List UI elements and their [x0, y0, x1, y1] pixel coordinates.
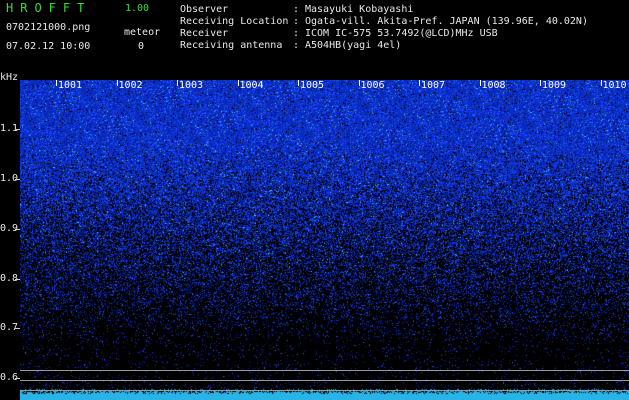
- y-tick-mark: [15, 229, 20, 230]
- location-value: Ogata-vill. Akita-Pref. JAPAN (139.96E, …: [305, 16, 588, 27]
- x-tick-label: 1006: [360, 80, 385, 91]
- x-tick-mark: [479, 80, 481, 86]
- spectrogram-panel: [0, 0, 629, 400]
- x-tick-mark: [419, 80, 420, 86]
- x-tick-mark: [56, 80, 57, 86]
- y-tick-mark: [15, 179, 20, 180]
- x-tick-label: 1004: [239, 80, 264, 91]
- spectrogram-canvas: [20, 80, 629, 400]
- x-tick-label: 1007: [421, 80, 446, 91]
- observer-colon: :: [293, 4, 300, 15]
- x-tick-label: 1003: [179, 80, 204, 91]
- x-tick-label: 1001: [58, 80, 83, 91]
- timestamp: 07.02.12 10:00: [6, 41, 91, 52]
- x-tick-label: 1008: [481, 80, 506, 91]
- file-name: 0702121000.png: [6, 22, 91, 33]
- meteor-label: meteor: [124, 27, 161, 38]
- location-colon: :: [293, 16, 300, 27]
- baseline-line-bottom: [20, 390, 629, 391]
- x-tick-mark: [237, 80, 239, 86]
- app-version: 1.00: [125, 3, 150, 14]
- y-tick-mark: [15, 129, 20, 130]
- y-axis-unit: kHz: [0, 72, 19, 83]
- x-tick-mark: [358, 80, 360, 86]
- x-tick-mark: [540, 80, 541, 86]
- receiver-value: ICOM IC-575 53.7492(@LCD)MHz USB: [305, 28, 498, 39]
- y-tick-mark: [15, 328, 20, 329]
- baseline-line-upper: [20, 370, 629, 371]
- meteor-count: 0: [138, 41, 145, 52]
- x-tick-mark: [298, 80, 299, 86]
- x-tick-label: 1002: [118, 80, 143, 91]
- x-tick-label: 1005: [300, 80, 325, 91]
- x-tick-mark: [116, 80, 118, 86]
- x-tick-label: 1009: [542, 80, 567, 91]
- app-title: HROFFT: [6, 1, 92, 15]
- y-tick-mark: [15, 378, 20, 379]
- x-tick-mark: [600, 80, 602, 86]
- antenna-label: Receiving antenna: [180, 40, 283, 51]
- x-tick-label: 1010: [602, 80, 627, 91]
- receiver-label: Receiver: [180, 28, 229, 39]
- receiver-colon: :: [293, 28, 300, 39]
- baseline-line-lower: [20, 380, 629, 381]
- location-label: Receiving Location: [180, 16, 289, 27]
- observer-label: Observer: [180, 4, 229, 15]
- antenna-colon: :: [293, 40, 300, 51]
- y-tick-mark: [15, 279, 20, 280]
- observer-value: Masayuki Kobayashi: [305, 4, 414, 15]
- antenna-value: A504HB(yagi 4el): [305, 40, 402, 51]
- x-tick-mark: [177, 80, 178, 86]
